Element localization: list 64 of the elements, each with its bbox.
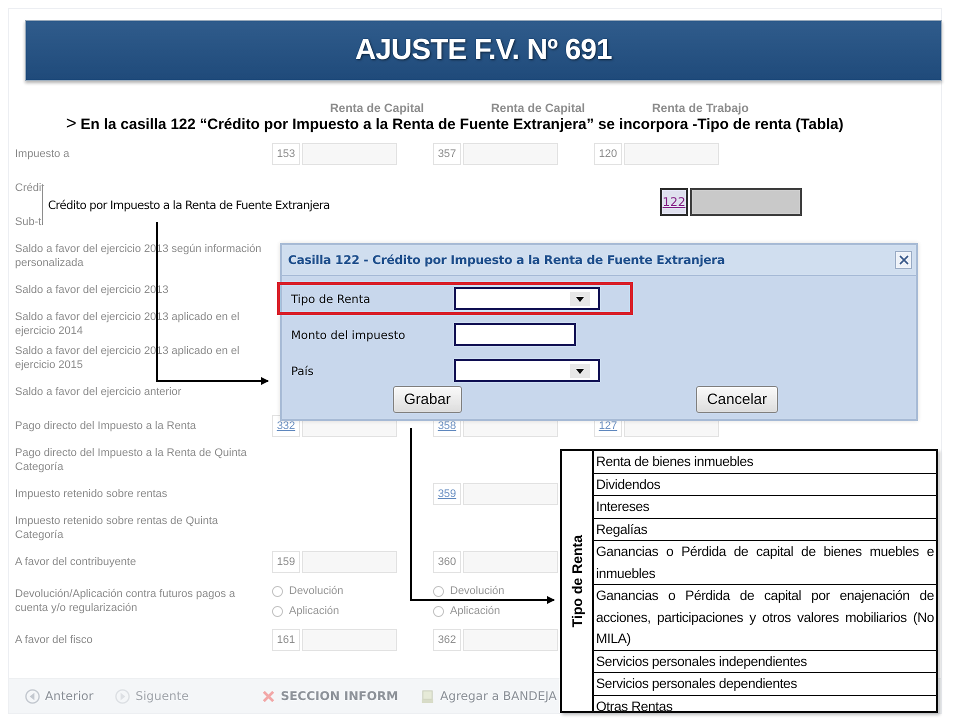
callout-label: Crédito por Impuesto a la Renta de Fuente Extranjera <box>42 188 332 222</box>
bullet-marker: > <box>66 113 77 133</box>
row-label: Saldo a favor del ejercicio anterior <box>15 385 182 399</box>
toolbar-button[interactable]: SECCION INFORM <box>258 686 400 706</box>
radio-label: Devolución <box>450 585 504 597</box>
row-label: A favor del contribuyente <box>15 555 136 569</box>
table-cell: Regalías <box>594 518 936 541</box>
field-code: 357 <box>433 143 461 165</box>
dropdown-field[interactable] <box>454 359 600 382</box>
table-cell: Servicios personales independientes <box>594 650 936 673</box>
field-code: 120 <box>594 143 622 165</box>
dropdown-field[interactable] <box>454 287 600 310</box>
dialog-button[interactable]: Grabar <box>393 386 462 413</box>
close-icon <box>260 688 276 704</box>
radio-button[interactable] <box>433 586 444 596</box>
input-field[interactable] <box>690 188 802 216</box>
field-code: 159 <box>272 551 300 573</box>
radio-label: Aplicación <box>450 605 500 617</box>
radio-button[interactable] <box>433 606 444 616</box>
radio-label: Aplicación <box>289 605 340 617</box>
toolbar-button[interactable]: Anterior <box>23 686 96 706</box>
field-code[interactable]: 359 <box>433 483 461 505</box>
radio-button[interactable] <box>272 586 283 596</box>
table-cell-text: Otras Rentas <box>595 698 674 716</box>
close-icon <box>898 255 908 265</box>
column-header: Renta de Capital <box>491 101 586 115</box>
table-cell: Ganancias o Pérdida de capital de bienes muebles e inmuebles <box>594 541 936 585</box>
tray-icon <box>420 688 436 704</box>
field-code: 153 <box>272 143 300 165</box>
radio-button[interactable] <box>272 606 283 616</box>
row-label: Devolución/Aplicación contra futuros pagos a cuenta y/o regularización <box>15 587 236 615</box>
table-cell: Ganancias o Pérdida de capital por enajenación de acciones, participaciones y otros valores mobiliarios (No MILA) <box>594 585 936 650</box>
caret-icon <box>570 364 590 378</box>
slide-title: AJUSTE F.V. Nº 691 <box>355 34 612 67</box>
table-cell: Renta de bienes inmuebles <box>594 451 936 474</box>
table-cell: Servicios personales dependientes <box>594 673 936 696</box>
field-label: Monto del impuesto <box>291 328 406 342</box>
toolbar-button[interactable]: Siguente <box>113 686 191 706</box>
field-code: 161 <box>272 629 300 651</box>
dialog-button[interactable]: Cancelar <box>696 386 778 413</box>
radio-label: Devolución <box>289 585 344 597</box>
row-label: Pago directo del Impuesto a la Renta de Quinta Categoría <box>15 446 248 474</box>
column-header: Renta de Trabajo <box>652 101 749 115</box>
row-label: A favor del fisco <box>15 633 93 647</box>
field-label: País <box>291 364 315 378</box>
row-label: Impuesto retenido sobre rentas de Quinta Categoría <box>15 514 220 542</box>
table-cell: Dividendos <box>594 474 936 496</box>
back-icon <box>25 688 40 704</box>
table-header: Tipo de Renta <box>569 534 585 628</box>
field-code: 360 <box>433 551 461 573</box>
input-field[interactable] <box>454 323 576 346</box>
toolbar-button[interactable]: Agregar a BANDEJA <box>418 686 559 706</box>
field-label: Tipo de Renta <box>291 292 372 306</box>
instruction-text: En la casilla 122 “Crédito por Impuesto a la Renta de Fuente Extranjera” se incorpora -Tipo de renta (Tabla) <box>80 116 844 133</box>
table-cell: Intereses <box>594 496 936 518</box>
dialog-title: Casilla 122 - Crédito por Impuesto a la Renta de Fuente Extranjera <box>288 253 725 267</box>
caret-icon <box>570 292 590 306</box>
close-button[interactable] <box>895 251 912 269</box>
box-code-link[interactable]: 122 <box>660 188 688 216</box>
row-label: Impuesto retenido sobre rentas <box>15 487 168 501</box>
row-label: Impuesto a <box>15 147 70 161</box>
field-code: 362 <box>433 629 461 651</box>
column-header: Renta de Capital <box>330 101 424 115</box>
row-label: Pago directo del Impuesto a la Renta <box>15 419 196 433</box>
